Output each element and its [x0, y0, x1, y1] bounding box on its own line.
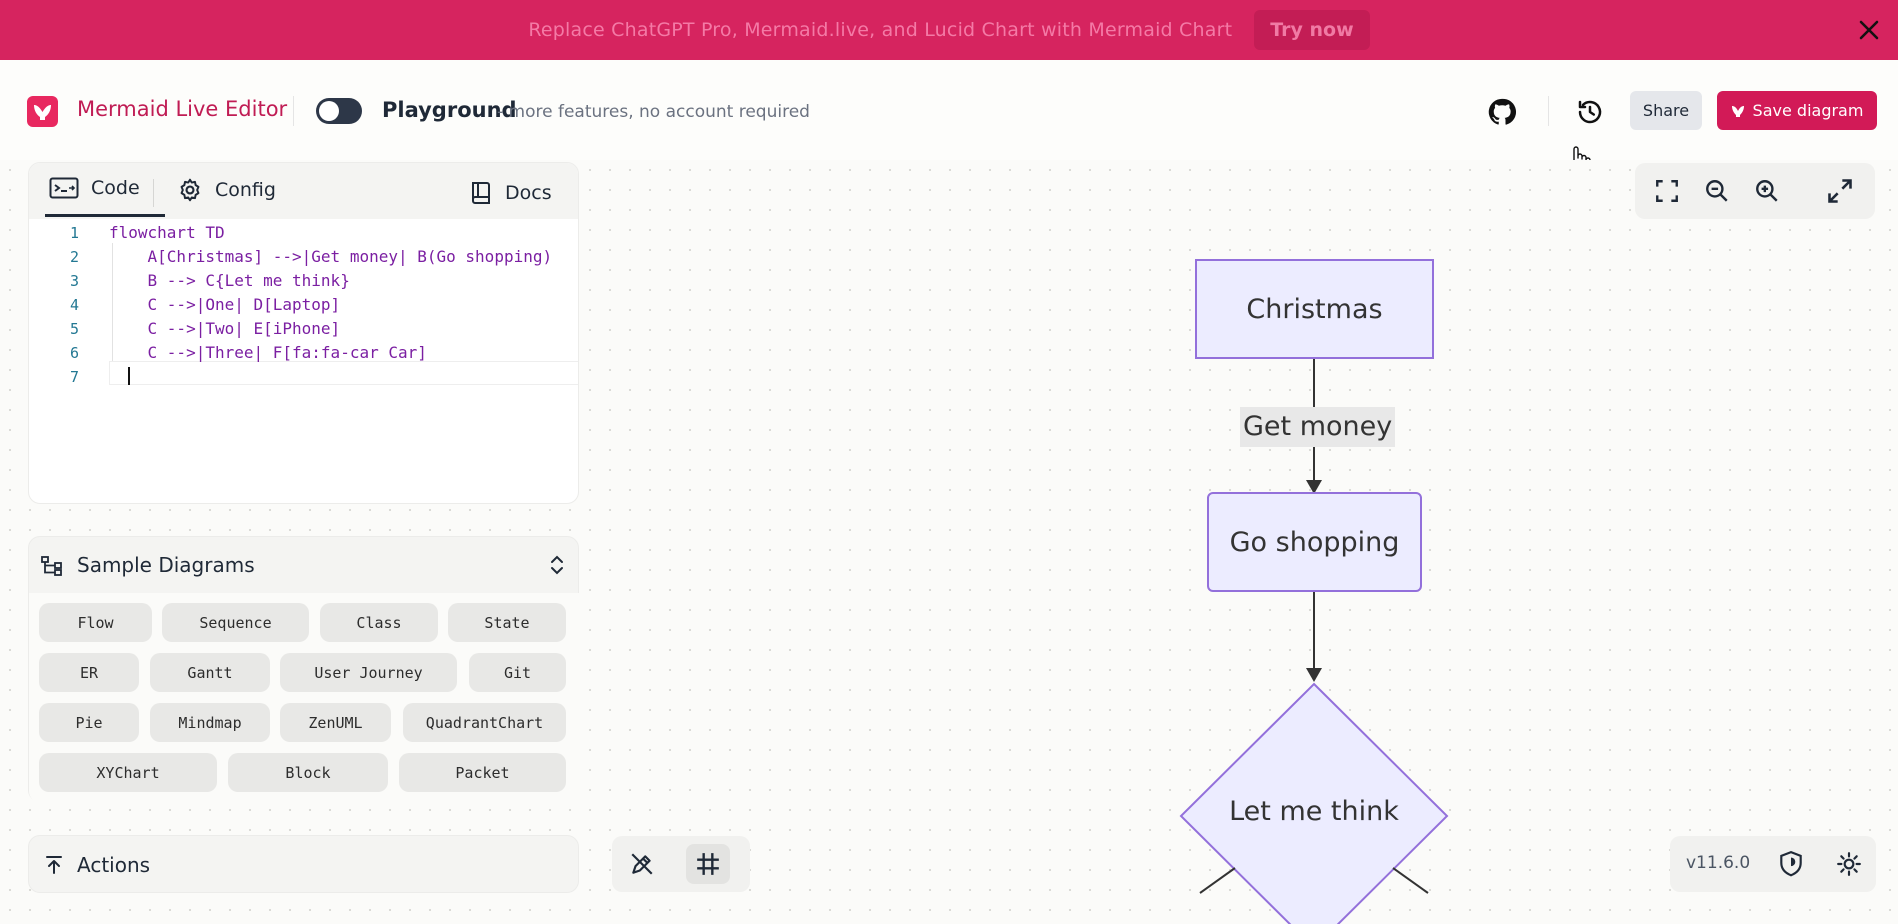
playground-subtitle: - more features, no account required — [497, 102, 810, 122]
code-editor[interactable]: 1 flowchart TD 2 A[Christmas] -->|Get mo… — [29, 219, 578, 503]
promo-banner: Replace ChatGPT Pro, Mermaid.live, and L… — [0, 0, 1898, 60]
active-tab-indicator — [45, 214, 165, 217]
actions-title: Actions — [77, 853, 151, 877]
tab-docs-label: Docs — [505, 182, 552, 204]
tab-config[interactable]: Config — [177, 177, 276, 203]
tab-code-label: Code — [91, 177, 140, 199]
code-terminal-icon — [49, 177, 79, 199]
sample-diagrams-title: Sample Diagrams — [77, 553, 255, 577]
zoom-in-icon — [1756, 180, 1778, 202]
version-panel: v11.6.0 — [1670, 836, 1876, 892]
sun-theme-icon[interactable] — [1836, 851, 1862, 877]
try-now-button[interactable]: Try now — [1254, 10, 1370, 50]
header-divider — [1548, 96, 1549, 126]
upload-arrow-icon — [46, 856, 62, 874]
save-diagram-button[interactable]: Save diagram — [1717, 91, 1877, 130]
sample-flow-button[interactable]: Flow — [39, 603, 152, 642]
grid-icon — [697, 853, 719, 875]
sample-pie-button[interactable]: Pie — [39, 703, 139, 742]
sample-sequence-button[interactable]: Sequence — [162, 603, 309, 642]
sample-packet-button[interactable]: Packet — [399, 753, 566, 792]
sample-quadrantchart-button[interactable]: QuadrantChart — [403, 703, 566, 742]
sample-gantt-button[interactable]: Gantt — [150, 653, 270, 692]
share-button[interactable]: Share — [1630, 91, 1702, 130]
chevron-collapse-icon[interactable] — [546, 553, 568, 577]
tab-code[interactable]: Code — [49, 177, 140, 199]
code-line-text: C -->|Three| F[fa:fa-car Car] — [109, 343, 427, 362]
editor-panel: Code Config Docs 1 flowchart TD 2 A[Chri… — [28, 162, 579, 504]
code-line-text: A[Christmas] -->|Get money| B(Go shoppin… — [109, 247, 553, 266]
diagram-tree-icon — [41, 556, 62, 576]
code-line: 3 B --> C{Let me think} — [29, 269, 578, 293]
code-line-text: flowchart TD — [109, 223, 225, 242]
expand-icon — [1828, 179, 1852, 203]
sample-xychart-button[interactable]: XYChart — [39, 753, 217, 792]
history-icon[interactable] — [1575, 97, 1605, 127]
code-line: 6 C -->|Three| F[fa:fa-car Car] — [29, 341, 578, 365]
pencil-slash-icon — [631, 853, 653, 875]
fit-view-button[interactable] — [1647, 171, 1687, 211]
actions-panel[interactable]: Actions — [28, 835, 579, 893]
playground-toggle[interactable] — [316, 98, 362, 124]
code-line-text: C -->|One| D[Laptop] — [109, 295, 341, 314]
sample-state-button[interactable]: State — [448, 603, 566, 642]
code-line: 1 flowchart TD — [29, 221, 578, 245]
gear-icon — [180, 178, 200, 202]
sample-mindmap-button[interactable]: Mindmap — [150, 703, 270, 742]
sample-diagrams-header[interactable]: Sample Diagrams — [29, 537, 580, 593]
book-icon — [472, 182, 490, 204]
code-line-text: B --> C{Let me think} — [109, 271, 350, 290]
line-number: 2 — [69, 248, 79, 266]
sample-diagrams-panel: Sample Diagrams Flow Sequence Class Stat… — [28, 536, 580, 803]
github-icon[interactable] — [1487, 97, 1517, 127]
zoom-controls — [1635, 163, 1875, 219]
code-line: 2 A[Christmas] -->|Get money| B(Go shopp… — [29, 245, 578, 269]
tab-docs[interactable]: Docs — [469, 180, 552, 206]
expand-button[interactable] — [1820, 171, 1860, 211]
mermaid-logo-icon[interactable] — [27, 96, 58, 127]
canvas-tools — [612, 836, 750, 892]
code-line-text: C -->|Two| E[iPhone] — [109, 319, 341, 338]
banner-text: Replace ChatGPT Pro, Mermaid.live, and L… — [528, 19, 1233, 41]
text-caret — [128, 367, 130, 385]
sample-block-button[interactable]: Block — [228, 753, 388, 792]
line-number: 5 — [69, 320, 79, 338]
zoom-in-button[interactable] — [1747, 171, 1787, 211]
header-divider — [293, 96, 294, 126]
sample-er-button[interactable]: ER — [39, 653, 139, 692]
fit-screen-icon — [1656, 180, 1678, 202]
sample-class-button[interactable]: Class — [320, 603, 438, 642]
zoom-out-button[interactable] — [1697, 171, 1737, 211]
grid-toggle[interactable] — [686, 844, 730, 884]
sample-diagrams-list: Flow Sequence Class State ER Gantt User … — [29, 593, 580, 803]
app-title[interactable]: Mermaid Live Editor — [77, 97, 287, 121]
zoom-out-icon — [1706, 180, 1728, 202]
editor-tabs: Code Config Docs — [29, 163, 578, 219]
line-number: 7 — [69, 368, 79, 386]
line-number: 3 — [69, 272, 79, 290]
line-number: 1 — [69, 224, 79, 242]
pan-zoom-toggle[interactable] — [620, 844, 664, 884]
save-diagram-label: Save diagram — [1752, 101, 1864, 120]
close-icon[interactable] — [1856, 17, 1882, 43]
code-line: 7 — [29, 365, 578, 389]
sample-git-button[interactable]: Git — [469, 653, 566, 692]
sample-zenuml-button[interactable]: ZenUML — [280, 703, 391, 742]
code-line: 5 C -->|Two| E[iPhone] — [29, 317, 578, 341]
tab-config-label: Config — [215, 179, 276, 201]
mermaid-chart-icon — [1731, 105, 1744, 117]
tab-divider — [153, 179, 154, 207]
shield-icon[interactable] — [1778, 850, 1804, 878]
sample-user-journey-button[interactable]: User Journey — [280, 653, 457, 692]
version-label: v11.6.0 — [1686, 853, 1751, 873]
line-number: 4 — [69, 296, 79, 314]
line-number: 6 — [69, 344, 79, 362]
code-line: 4 C -->|One| D[Laptop] — [29, 293, 578, 317]
toggle-knob — [319, 101, 339, 121]
